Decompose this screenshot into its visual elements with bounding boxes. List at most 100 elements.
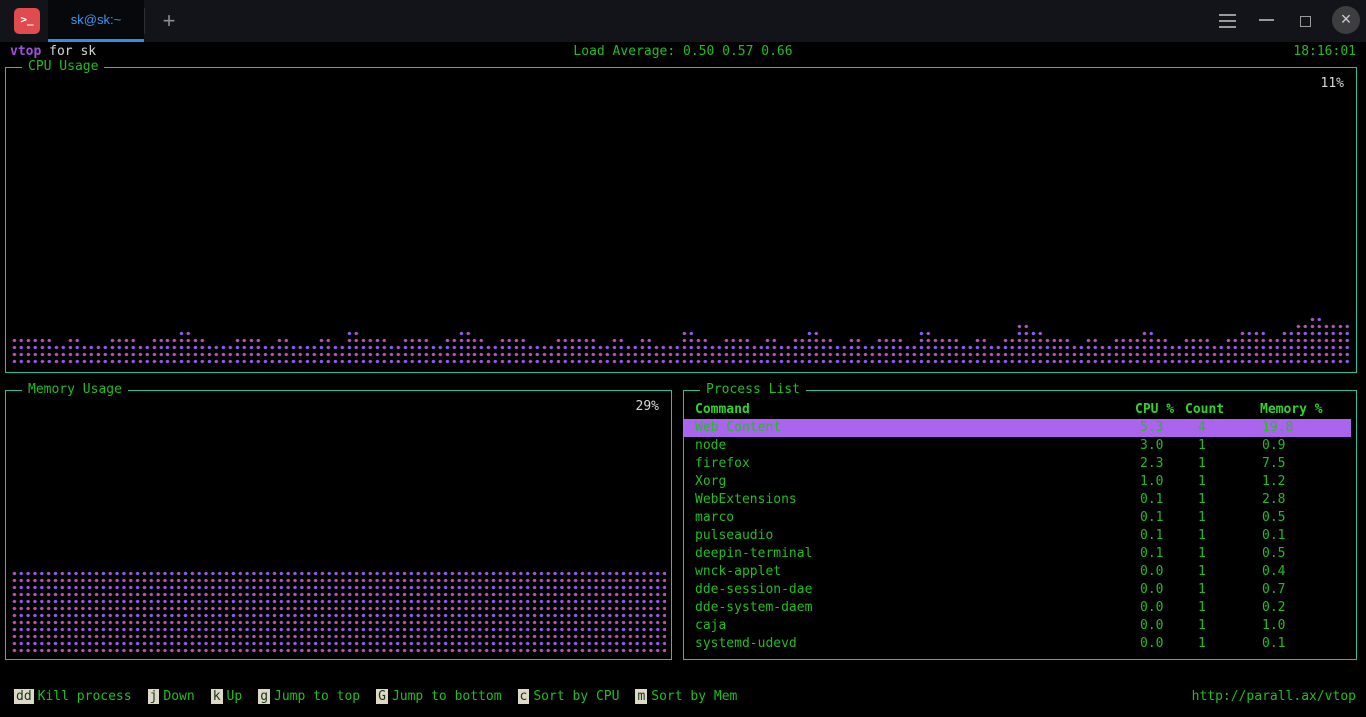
cpu-history-bar [109,337,123,365]
column-header-count[interactable]: Count [1185,401,1260,419]
cell-command: firefox [684,455,1135,473]
cpu-history-bar [39,337,53,365]
cpu-history-bar [611,337,625,365]
cpu-history-bar [1211,344,1225,365]
shortcut-key: G [376,689,388,704]
keyboard-shortcuts: ddKill processjDownkUpgJump to topGJump … [14,688,753,706]
cell-cpu: 0.0 [1135,581,1185,599]
cpu-history-bar [764,337,778,365]
cell-memory: 0.4 [1260,563,1356,581]
maximize-button[interactable] [1295,11,1315,31]
cell-count: 1 [1185,473,1260,491]
memory-usage-value: 29% [636,399,659,414]
cpu-history-bar [639,337,653,365]
table-row[interactable]: Xorg1.011.2 [684,473,1356,491]
cell-count: 1 [1185,527,1260,545]
column-header-command[interactable]: Command [684,401,1135,419]
cpu-history-bar [1183,337,1197,365]
cell-count: 1 [1185,545,1260,563]
table-row[interactable]: marco0.110.5 [684,509,1356,527]
new-tab-button[interactable]: + [150,0,188,42]
cpu-history-chart [11,309,1351,365]
cpu-history-bar [1169,344,1183,365]
cpu-history-bar [178,330,192,365]
cell-count: 1 [1185,491,1260,509]
cpu-usage-panel: CPU Usage 11% [5,67,1357,373]
cpu-history-bar [402,337,416,365]
cell-cpu: 5.3 [1135,419,1185,437]
cpu-history-bar [444,337,458,365]
cpu-history-bar [1085,337,1099,365]
cpu-history-bar [374,337,388,365]
menu-button[interactable] [1218,12,1236,30]
clock: 18:16:01 [1293,44,1356,59]
terminal-app-icon: >_ [14,8,40,34]
cell-cpu: 3.0 [1135,437,1185,455]
cpu-history-bar [430,344,444,365]
cell-command: Web Content [684,419,1135,437]
table-row[interactable]: wnck-applet0.010.4 [684,563,1356,581]
cpu-history-bar [25,337,39,365]
cpu-history-bar [276,337,290,365]
cpu-history-bar [792,337,806,365]
cell-count: 4 [1185,419,1260,437]
cpu-history-bar [806,330,820,365]
cell-cpu: 0.0 [1135,563,1185,581]
memory-panel-title: Memory Usage [22,382,128,397]
cpu-history-bar [932,337,946,365]
process-panel-title: Process List [700,382,806,397]
cell-command: caja [684,617,1135,635]
shortcut-key: k [211,689,223,704]
shortcut-sort-by-cpu: cSort by CPU [518,688,620,706]
process-table: Command CPU % Count Memory % Web Content… [684,401,1356,653]
vtop-link[interactable]: http://parall.ax/vtop [1192,688,1356,706]
cell-memory: 1.2 [1260,473,1356,491]
cpu-history-bar [890,337,904,365]
table-row[interactable]: firefox2.317.5 [684,455,1356,473]
cpu-history-bar [206,344,220,365]
cpu-history-bar [862,344,876,365]
column-header-cpu[interactable]: CPU % [1135,401,1185,419]
cpu-history-bar [778,344,792,365]
table-row[interactable]: dde-system-daem0.010.2 [684,599,1356,617]
cpu-history-bar [53,344,67,365]
cpu-history-bar [904,344,918,365]
terminal-tab[interactable]: sk@sk:~ [48,0,144,42]
cpu-history-bar [1099,344,1113,365]
cell-memory: 0.5 [1260,509,1356,527]
cpu-history-bar [346,330,360,365]
cpu-history-bar [625,344,639,365]
cell-memory: 0.9 [1260,437,1356,455]
cell-cpu: 2.3 [1135,455,1185,473]
cpu-history-bar [1239,330,1253,365]
minimize-button[interactable] [1257,11,1275,29]
shortcut-label: Down [163,689,194,704]
shortcut-key: m [635,689,647,704]
table-row[interactable]: caja0.011.0 [684,617,1356,635]
cell-count: 1 [1185,509,1260,527]
cpu-history-bar [695,337,709,365]
cpu-history-bar [137,344,151,365]
shortcut-label: Kill process [38,689,132,704]
table-row[interactable]: Web Content5.3419.8 [684,419,1351,437]
table-row[interactable]: dde-session-dae0.010.7 [684,581,1356,599]
shortcut-down: jDown [148,688,195,706]
cell-count: 1 [1185,599,1260,617]
table-row[interactable]: pulseaudio0.110.1 [684,527,1356,545]
cpu-history-bar [1113,337,1127,365]
table-row[interactable]: systemd-udevd0.010.1 [684,635,1356,653]
cpu-history-bar [1295,323,1309,365]
cpu-history-bar [988,344,1002,365]
table-row[interactable]: deepin-terminal0.110.5 [684,545,1356,563]
column-header-memory[interactable]: Memory % [1260,401,1356,419]
table-row[interactable]: WebExtensions0.112.8 [684,491,1356,509]
cpu-history-bar [332,344,346,365]
cpu-history-bar [960,344,974,365]
table-row[interactable]: node3.010.9 [684,437,1356,455]
cpu-history-bar [458,330,472,365]
close-button[interactable]: × [1332,6,1360,34]
shortcut-key: dd [14,689,34,704]
cpu-history-bar [667,344,681,365]
shortcut-up: kUp [211,688,242,706]
cpu-history-bar [388,344,402,365]
